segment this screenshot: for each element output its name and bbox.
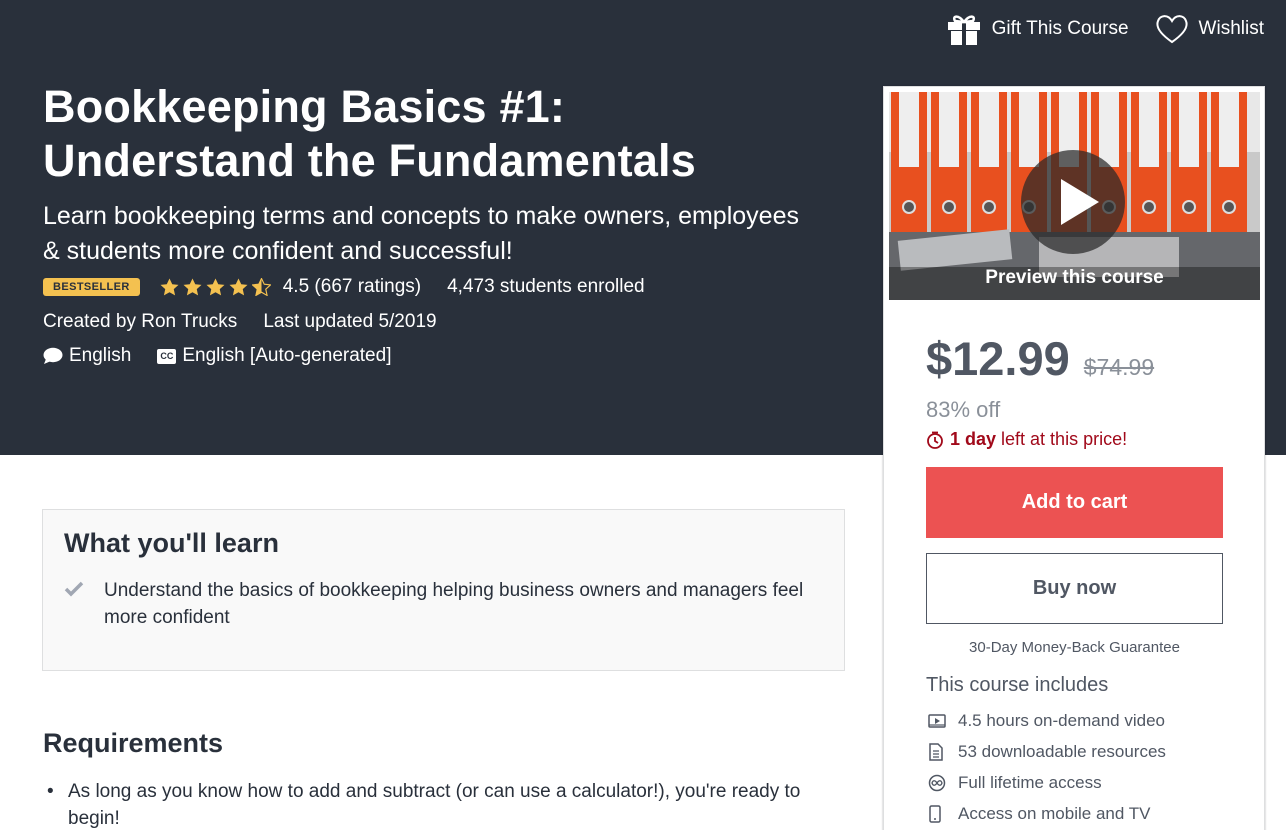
course-subtitle: Learn bookkeeping terms and concepts to … bbox=[43, 202, 799, 265]
learn-item-text: Understand the basics of bookkeeping hel… bbox=[104, 580, 804, 628]
discount-label: 83% off bbox=[926, 397, 1001, 422]
include-item-video: 4.5 hours on-demand video bbox=[928, 705, 1166, 736]
preview-label: Preview this course bbox=[985, 267, 1164, 288]
wishlist-label: Wishlist bbox=[1198, 18, 1264, 39]
price-row: $12.99 $74.99 bbox=[926, 331, 1154, 386]
infinity-icon bbox=[928, 774, 958, 792]
top-actions: Gift This Course Wishlist bbox=[946, 12, 1264, 46]
closed-captions-icon: CC bbox=[157, 348, 177, 364]
course-preview[interactable]: Preview this course bbox=[889, 92, 1260, 300]
learn-item: Understand the basics of bookkeeping hel… bbox=[64, 577, 824, 631]
course-title-line-2: Understand the Fundamentals bbox=[43, 135, 696, 186]
video-icon bbox=[928, 713, 958, 729]
price-timer: 1 day left at this price! bbox=[926, 429, 1127, 450]
bestseller-badge: BESTSELLER bbox=[43, 278, 140, 296]
money-back-guarantee: 30-Day Money-Back Guarantee bbox=[969, 639, 1180, 656]
half-star-icon bbox=[251, 278, 271, 296]
author-row: Created by Ron Trucks Last updated 5/201… bbox=[43, 311, 437, 333]
requirements-list: • As long as you know how to add and sub… bbox=[43, 778, 843, 830]
heart-icon bbox=[1156, 15, 1188, 44]
star-icon bbox=[206, 278, 225, 296]
include-label: 4.5 hours on-demand video bbox=[958, 710, 1165, 730]
course-title-line-1: Bookkeeping Basics #1: bbox=[43, 81, 566, 132]
original-price: $74.99 bbox=[1083, 354, 1155, 380]
requirement-item: • As long as you know how to add and sub… bbox=[43, 778, 843, 830]
purchase-sidebar: Preview this course $12.99 $74.99 83% of… bbox=[883, 86, 1265, 830]
language: English bbox=[43, 345, 131, 367]
language-label: English bbox=[69, 345, 132, 366]
mobile-icon bbox=[928, 804, 958, 823]
include-label: Access on mobile and TV bbox=[958, 803, 1151, 823]
requirement-text: As long as you know how to add and subtr… bbox=[68, 781, 801, 829]
star-icon bbox=[183, 278, 202, 296]
gift-course-label: Gift This Course bbox=[991, 18, 1129, 39]
timer-days: 1 day bbox=[950, 429, 997, 449]
course-title: Bookkeeping Basics #1: Understand the Fu… bbox=[43, 80, 803, 188]
alarm-clock-icon bbox=[927, 431, 943, 449]
wishlist-button[interactable]: Wishlist bbox=[1155, 14, 1264, 44]
bullet-icon: • bbox=[47, 781, 54, 802]
requirements-title: Requirements bbox=[43, 728, 224, 758]
includes-title: This course includes bbox=[926, 674, 1109, 696]
language-row: English CC English [Auto-generated] bbox=[43, 345, 391, 367]
include-item-resources: 53 downloadable resources bbox=[928, 736, 1166, 767]
what-you-learn-title: What you'll learn bbox=[64, 528, 279, 558]
star-icon bbox=[160, 278, 179, 296]
include-item-lifetime: Full lifetime access bbox=[928, 767, 1166, 798]
star-icon bbox=[229, 278, 248, 296]
timer-text: left at this price! bbox=[996, 429, 1128, 449]
rating-text: 4.5 (667 ratings) bbox=[282, 276, 422, 297]
captions-label: English [Auto-generated] bbox=[182, 345, 392, 366]
last-updated: Last updated 5/2019 bbox=[263, 311, 437, 332]
include-label: 53 downloadable resources bbox=[958, 741, 1166, 761]
include-item-mobile: Access on mobile and TV bbox=[928, 798, 1166, 829]
include-label: Full lifetime access bbox=[958, 772, 1102, 792]
gift-course-button[interactable]: Gift This Course bbox=[946, 12, 1129, 46]
gift-icon bbox=[947, 15, 980, 45]
what-you-learn-box: What you'll learn Understand the basics … bbox=[42, 509, 845, 671]
check-icon bbox=[64, 577, 104, 631]
star-rating bbox=[160, 278, 271, 296]
students-enrolled: 4,473 students enrolled bbox=[447, 276, 645, 297]
includes-list: 4.5 hours on-demand video 53 downloadabl… bbox=[928, 705, 1166, 829]
current-price: $12.99 bbox=[926, 332, 1070, 385]
buy-now-button[interactable]: Buy now bbox=[926, 553, 1223, 624]
add-to-cart-button[interactable]: Add to cart bbox=[926, 467, 1223, 538]
created-by[interactable]: Created by Ron Trucks bbox=[43, 311, 237, 333]
rating-row: BESTSELLER 4.5 (667 ratings) 4,473 stude… bbox=[43, 276, 645, 298]
speech-bubble-icon bbox=[43, 347, 63, 364]
play-icon[interactable] bbox=[1021, 150, 1125, 254]
file-icon bbox=[928, 742, 958, 761]
